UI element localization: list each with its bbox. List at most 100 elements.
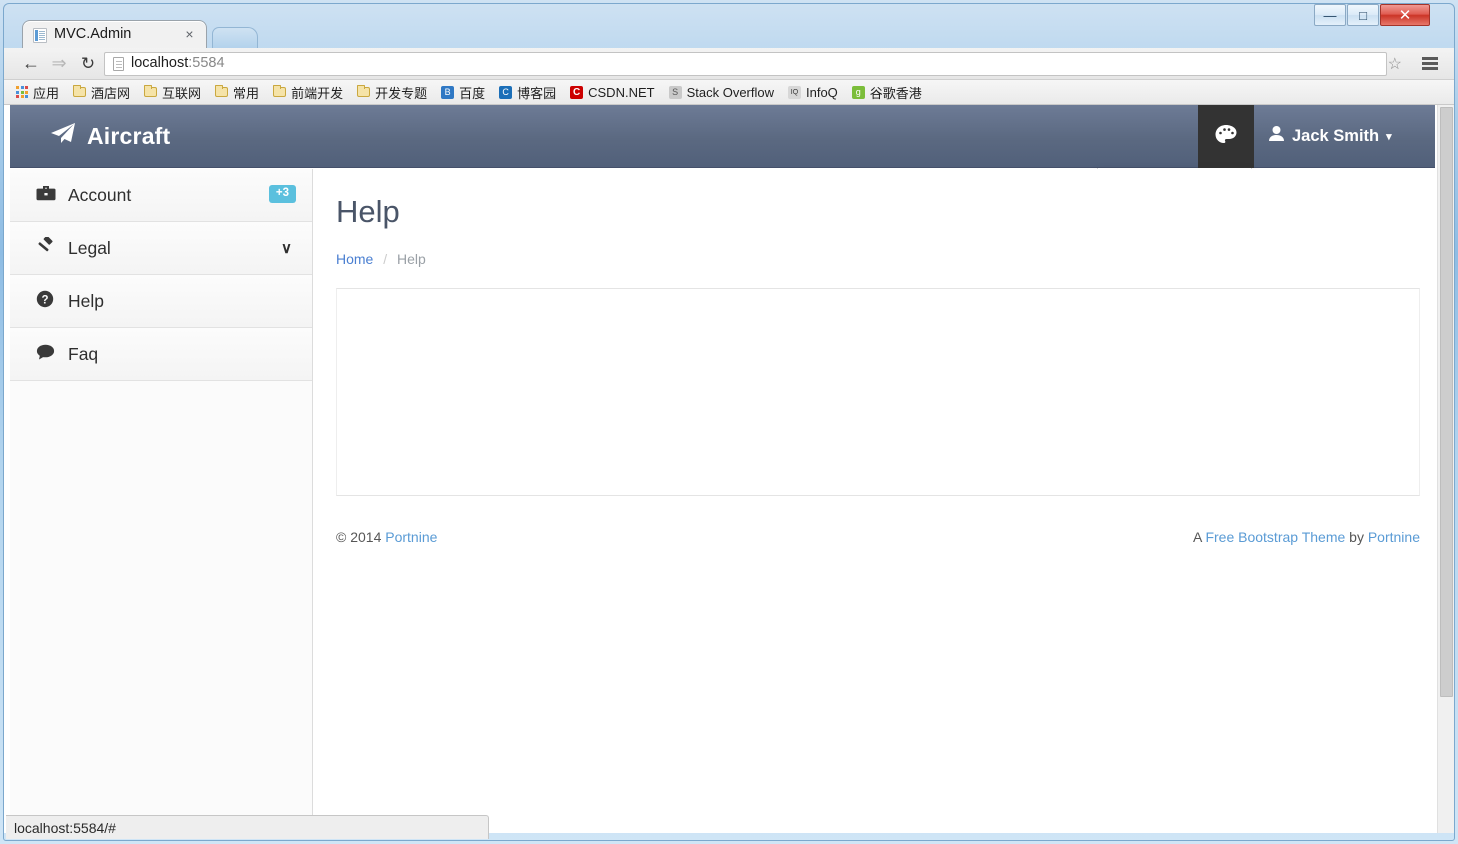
bookmark-label: 酒店网 (91, 85, 131, 101)
vertical-scrollbar[interactable] (1437, 105, 1454, 833)
status-bar: localhost:5584/# (6, 815, 489, 839)
maximize-icon: □ (1359, 8, 1367, 23)
menu-icon[interactable] (1422, 57, 1438, 70)
apps-grid-icon (16, 86, 28, 98)
google-icon: g (851, 85, 865, 99)
bookmark-label: 互联网 (162, 85, 202, 101)
address-host: localhost (131, 55, 189, 71)
footer-portnine-link[interactable]: Portnine (385, 529, 437, 545)
folder-icon (215, 85, 229, 97)
bookmark-changyong[interactable]: 常用 (215, 83, 259, 102)
bookmark-stackoverflow[interactable]: S Stack Overflow (668, 84, 774, 100)
paper-plane-icon (50, 122, 76, 150)
status-bar-text: localhost:5584/# (14, 819, 116, 836)
csdn-icon: C (570, 85, 584, 99)
bookmark-google-hk[interactable]: g 谷歌香港 (851, 83, 922, 102)
close-window-button[interactable]: ✕ (1380, 4, 1430, 26)
breadcrumb: Home / Help (336, 251, 426, 267)
folder-icon (273, 85, 287, 97)
bookmark-label: InfoQ (806, 84, 838, 100)
close-icon: ✕ (1398, 7, 1412, 24)
sidebar-item-help[interactable]: ? Help (10, 275, 312, 328)
status-badge: +3 (268, 185, 296, 203)
theme-toggle-button[interactable] (1198, 105, 1254, 168)
minimize-button[interactable]: — (1314, 4, 1346, 26)
palette-icon (1214, 124, 1238, 150)
bookmark-baidu[interactable]: B 百度 (441, 83, 485, 102)
folder-icon (73, 85, 87, 97)
sidebar-item-faq[interactable]: Faq (10, 328, 312, 381)
sidebar-item-legal[interactable]: Legal ∨ (10, 222, 312, 275)
sidebar-item-account[interactable]: Account +3 (10, 169, 312, 222)
sidebar: Account +3 Legal ∨ ? Help Faq (10, 169, 313, 833)
address-bar-text: localhost:5584 (131, 55, 225, 71)
address-bar[interactable]: localhost:5584 (104, 52, 1387, 76)
bookmark-label: 博客园 (517, 85, 557, 101)
window-controls: — □ ✕ (1313, 4, 1430, 28)
page-footer: © 2014 Portnine A Free Bootstrap Theme b… (336, 529, 1420, 545)
browser-window: MVC.Admin × — □ ✕ ← ⇒ ↻ localhost:5584 ☆ (0, 0, 1458, 844)
browser-tab[interactable]: MVC.Admin × (22, 20, 207, 49)
content-panel (336, 288, 1420, 496)
page-title: Help (336, 194, 400, 229)
new-tab-button[interactable] (212, 27, 258, 48)
tab-favicon-icon (33, 28, 47, 43)
scrollbar-thumb[interactable] (1440, 107, 1453, 697)
stackoverflow-icon: S (668, 85, 682, 99)
baidu-icon: B (441, 85, 455, 99)
bokeyuan-icon: C (499, 85, 513, 99)
bookmark-label: CSDN.NET (588, 84, 655, 100)
page-info-icon[interactable] (113, 57, 124, 71)
brand-name: Aircraft (87, 122, 171, 149)
bookmark-star-icon[interactable]: ☆ (1388, 54, 1402, 74)
sidebar-item-label: Faq (68, 343, 99, 364)
breadcrumb-current: Help (397, 251, 426, 267)
bookmarks-bar: 应用 酒店网 互联网 常用 前端开发 开发专题 B 百度 C 博客园 C CSD… (4, 80, 1454, 105)
user-menu[interactable]: Jack Smith ▾ (1268, 125, 1392, 147)
bookmark-label: 谷歌香港 (869, 85, 922, 101)
bookmark-apps[interactable]: 应用 (16, 83, 59, 102)
brand-logo[interactable]: Aircraft (50, 122, 170, 150)
bookmark-label: 前端开发 (291, 85, 344, 101)
comment-icon (36, 344, 58, 365)
folder-icon (357, 85, 371, 97)
main-content: Help Home / Help © 2014 Portnine A Free … (314, 169, 1435, 833)
gavel-icon (36, 235, 58, 260)
back-button[interactable]: ← (20, 53, 42, 75)
footer-credit-prefix: A (1192, 529, 1202, 545)
forward-button[interactable]: ⇒ (48, 53, 70, 75)
bookmark-label: 百度 (459, 85, 486, 101)
user-icon (1268, 125, 1285, 147)
bookmark-bokeyuan[interactable]: C 博客园 (499, 83, 556, 102)
bookmark-jiudianwang[interactable]: 酒店网 (73, 83, 130, 102)
briefcase-icon (36, 185, 58, 206)
tab-strip: MVC.Admin × — □ ✕ (0, 0, 1458, 49)
footer-copyright: © 2014 Portnine (336, 529, 437, 545)
sidebar-item-label: Legal (68, 237, 111, 258)
folder-icon (144, 85, 158, 97)
maximize-button[interactable]: □ (1347, 4, 1379, 26)
breadcrumb-separator: / (383, 251, 388, 267)
footer-credit-mid: by (1349, 529, 1364, 545)
breadcrumb-home-link[interactable]: Home (336, 251, 373, 267)
bookmark-hulianwang[interactable]: 互联网 (144, 83, 201, 102)
bookmark-csdn[interactable]: C CSDN.NET (570, 84, 655, 100)
bookmark-label: Stack Overflow (686, 84, 774, 100)
bookmark-label: 开发专题 (375, 85, 428, 101)
app-header: Aircraft Jack Smith ▾ (10, 105, 1435, 168)
bookmark-qianduankaifa[interactable]: 前端开发 (273, 83, 343, 102)
tab-title: MVC.Admin (54, 26, 132, 42)
sidebar-item-label: Help (68, 290, 104, 311)
footer-theme-link[interactable]: Free Bootstrap Theme (1205, 529, 1345, 545)
footer-portnine-link-2[interactable]: Portnine (1368, 529, 1420, 545)
sidebar-item-label: Account (68, 184, 132, 205)
reload-button[interactable]: ↻ (77, 53, 99, 75)
bookmark-kaifazhuanti[interactable]: 开发专题 (357, 83, 427, 102)
footer-credit: A Free Bootstrap Theme by Portnine (1193, 529, 1420, 545)
close-tab-icon[interactable]: × (182, 27, 197, 42)
bookmark-label: 应用 (33, 85, 60, 101)
bookmark-infoq[interactable]: IQ InfoQ (788, 85, 838, 100)
browser-toolbar: ← ⇒ ↻ localhost:5584 ☆ (4, 48, 1454, 80)
footer-copyright-text: © 2014 (336, 529, 382, 545)
svg-text:?: ? (41, 294, 48, 306)
